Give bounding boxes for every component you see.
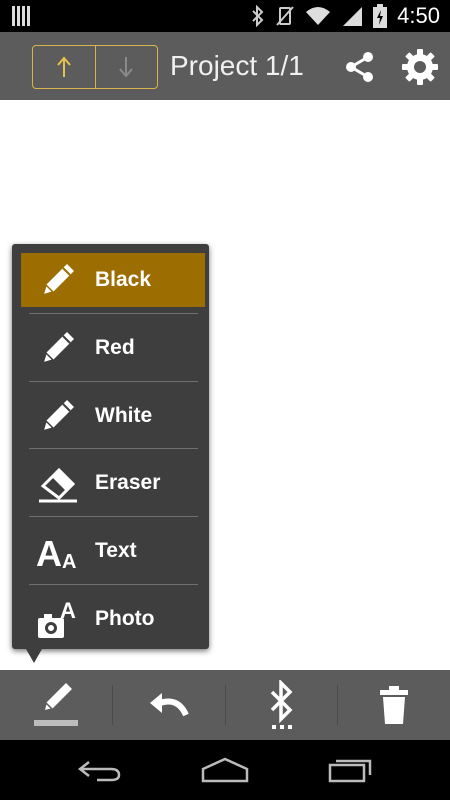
vibrate-off-icon — [276, 6, 294, 26]
menu-item-text[interactable]: A A Text — [21, 524, 205, 578]
pen-icon — [42, 683, 72, 713]
undo-icon — [150, 693, 189, 717]
svg-text:A: A — [62, 551, 76, 572]
svg-text:A: A — [36, 533, 62, 572]
selected-color-bar — [34, 720, 78, 726]
divider — [29, 584, 198, 585]
arrow-up-icon — [56, 56, 71, 77]
wifi-icon — [306, 7, 331, 25]
gear-icon[interactable] — [401, 48, 439, 86]
recents-icon — [328, 759, 372, 783]
recents-button[interactable] — [300, 740, 400, 800]
home-button[interactable] — [175, 740, 275, 800]
menu-item-label: Photo — [95, 607, 155, 630]
photo-text-icon: A — [38, 598, 76, 638]
pencil-icon — [41, 400, 74, 433]
back-icon — [77, 761, 121, 782]
trash-icon — [380, 686, 408, 724]
back-button[interactable] — [50, 740, 150, 800]
tool-menu: Black Red White Eraser A A Text A Photo — [12, 244, 209, 649]
bottom-toolbar — [0, 670, 450, 740]
menu-item-white[interactable]: White — [21, 389, 205, 443]
page-up-button[interactable] — [33, 46, 95, 88]
menu-item-label: Black — [95, 268, 152, 291]
menu-item-eraser[interactable]: Eraser — [21, 456, 205, 510]
divider — [29, 313, 198, 314]
pencil-icon — [41, 264, 74, 297]
divider — [29, 516, 198, 517]
system-nav-bar — [0, 740, 450, 800]
bluetooth-icon — [270, 680, 293, 729]
pencil-icon — [41, 332, 74, 365]
svg-text:A: A — [60, 598, 76, 623]
menu-item-label: Text — [95, 539, 137, 562]
page-down-button[interactable] — [94, 46, 158, 88]
menu-item-label: White — [95, 404, 153, 427]
menu-item-black[interactable]: Black — [21, 253, 205, 307]
divider — [29, 381, 198, 382]
notification-icon — [12, 6, 30, 26]
bluetooth-status-icon — [252, 5, 264, 27]
menu-item-photo[interactable]: A Photo — [21, 592, 205, 646]
text-icon: A A — [36, 533, 76, 572]
menu-item-label: Red — [95, 336, 135, 359]
bluetooth-button[interactable] — [226, 670, 338, 740]
page-title: Project 1/1 — [170, 50, 304, 81]
delete-button[interactable] — [338, 670, 450, 740]
menu-pointer — [26, 649, 42, 663]
share-icon[interactable] — [342, 50, 376, 84]
page-nav-buttons — [32, 45, 158, 89]
pen-tool-button[interactable] — [0, 670, 112, 740]
battery-charging-icon — [373, 4, 388, 28]
signal-icon — [343, 7, 363, 26]
menu-item-label: Eraser — [95, 471, 161, 494]
status-time: 4:50 — [397, 3, 440, 28]
app-bar: Project 1/1 — [0, 32, 450, 100]
menu-item-red[interactable]: Red — [21, 321, 205, 375]
divider — [29, 448, 198, 449]
eraser-icon — [39, 467, 77, 503]
undo-button[interactable] — [113, 670, 225, 740]
status-bar: 4:50 — [0, 0, 450, 32]
arrow-down-icon — [119, 57, 134, 78]
home-icon — [201, 757, 249, 783]
